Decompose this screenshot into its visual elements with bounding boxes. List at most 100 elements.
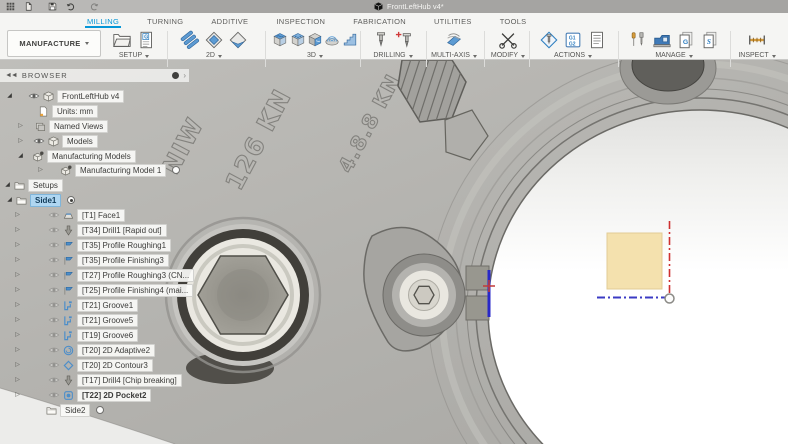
visibility-eye-icon[interactable]	[28, 92, 40, 100]
ribbon-group-multi-axis-label[interactable]: MULTI-AXIS	[428, 52, 480, 60]
spiral-3d-icon[interactable]	[324, 29, 340, 51]
expand-triangle-icon[interactable]: ▷	[14, 239, 21, 251]
collapse-panel-icon[interactable]: ◄◄	[5, 72, 18, 79]
compare-radio[interactable]	[172, 166, 181, 174]
parallel-3d-icon[interactable]	[342, 29, 358, 51]
document-tab[interactable]: FrontLeftHub v4*	[374, 0, 444, 13]
visibility-eye-icon[interactable]	[48, 286, 60, 294]
tree-item-label[interactable]: Manufacturing Models	[47, 149, 136, 163]
workspace-selector-button[interactable]: MANUFACTURE	[7, 30, 101, 57]
tab-fabrication[interactable]: FABRICATION	[351, 17, 408, 28]
tree-row-op-profile-roughing1[interactable]: ▷ [T35] Profile Roughing1	[0, 238, 172, 252]
expand-triangle-icon[interactable]: ◢	[6, 90, 13, 102]
tree-row-op-drill4[interactable]: ▷ [T17] Drill4 [Chip breaking]	[0, 373, 182, 387]
active-setup-radio[interactable]	[67, 196, 76, 204]
tab-tools[interactable]: TOOLS	[498, 17, 529, 28]
tab-milling[interactable]: MILLING	[85, 17, 122, 28]
visibility-eye-icon[interactable]	[33, 137, 45, 145]
expand-triangle-icon[interactable]: ▷	[14, 359, 21, 371]
tree-item-label[interactable]: [T22] 2D Pocket2	[77, 388, 152, 402]
expand-triangle-icon[interactable]: ▷	[14, 254, 21, 266]
tree-row-op-drill1[interactable]: ▷ [T34] Drill1 [Rapid out]	[0, 223, 167, 237]
tree-row-manufacturing-model-1[interactable]: ▷ Manufacturing Model 1	[0, 163, 181, 177]
tree-item-label[interactable]: [T25] Profile Finishing4 (mai...	[77, 283, 194, 297]
tree-item-label[interactable]: Setups	[28, 178, 63, 192]
tree-row-setups[interactable]: ◢ Setups	[0, 178, 63, 192]
tree-item-label[interactable]: [T35] Profile Finishing3	[77, 253, 169, 267]
tree-item-label[interactable]: Named Views	[49, 119, 109, 133]
expand-triangle-icon[interactable]: ▷	[14, 299, 21, 311]
setup-radio[interactable]	[96, 406, 105, 414]
machine-library-icon[interactable]	[651, 29, 673, 51]
tab-utilities[interactable]: UTILITIES	[432, 17, 474, 28]
visibility-eye-icon[interactable]	[48, 226, 60, 234]
tree-item-label[interactable]: [T35] Profile Roughing1	[77, 238, 172, 252]
expand-triangle-icon[interactable]: ◢	[6, 194, 13, 206]
template-library-icon[interactable]	[699, 29, 721, 51]
expand-triangle-icon[interactable]: ▷	[14, 224, 21, 236]
ribbon-group-setup-label[interactable]: SETUP	[103, 52, 165, 60]
tree-row-op-2d-contour3[interactable]: ▷ [T20] 2D Contour3	[0, 358, 153, 372]
setup-sheet-icon[interactable]	[586, 29, 608, 51]
selected-contour-edge[interactable]	[487, 270, 491, 317]
adaptive-2d-icon[interactable]	[179, 29, 201, 51]
expand-triangle-icon[interactable]: ▷	[14, 209, 21, 221]
expand-triangle-icon[interactable]: ▷	[14, 344, 21, 356]
tab-turning[interactable]: TURNING	[145, 17, 185, 28]
multi-axis-icon[interactable]	[443, 29, 465, 51]
expand-triangle-icon[interactable]: ◢	[4, 179, 11, 191]
visibility-eye-icon[interactable]	[48, 241, 60, 249]
display-options-dot-icon[interactable]	[172, 72, 180, 79]
tree-row-op-face1[interactable]: ▷ [T1] Face1	[0, 208, 126, 222]
undo-button[interactable]	[66, 2, 81, 11]
ribbon-group-actions-label[interactable]: ACTIONS	[532, 52, 614, 60]
save-button[interactable]	[48, 2, 57, 11]
tree-item-label[interactable]: [T21] Groove1	[77, 298, 139, 312]
panel-handle-icon[interactable]: ›	[183, 71, 186, 80]
visibility-eye-icon[interactable]	[48, 376, 60, 384]
tree-item-label[interactable]: Units: mm	[52, 104, 98, 118]
tree-row-models[interactable]: ▷ Models	[0, 134, 98, 148]
simulate-icon[interactable]	[538, 29, 560, 51]
tree-row-frontlefthub[interactable]: ◢ FrontLeftHub v4	[0, 89, 125, 103]
tree-item-label[interactable]: [T19] Groove6	[77, 328, 139, 342]
visibility-eye-icon[interactable]	[48, 346, 60, 354]
visibility-eye-icon[interactable]	[48, 271, 60, 279]
expand-triangle-icon[interactable]: ▷	[37, 164, 44, 176]
tree-row-op-profile-finishing3[interactable]: ▷ [T35] Profile Finishing3	[0, 253, 169, 267]
face-2d-icon[interactable]	[227, 29, 249, 51]
expand-triangle-icon[interactable]: ◢	[17, 150, 24, 162]
ribbon-group-3d-label[interactable]: 3D	[272, 52, 358, 60]
tree-item-label[interactable]: FrontLeftHub v4	[57, 89, 125, 103]
expand-triangle-icon[interactable]: ▷	[14, 374, 21, 386]
tree-row-side2[interactable]: Side2	[0, 403, 105, 417]
tree-item-label[interactable]: [T21] Groove5	[77, 313, 139, 327]
ribbon-group-inspect-label[interactable]: INSPECT	[734, 52, 780, 60]
expand-triangle-icon[interactable]: ▷	[14, 314, 21, 326]
expand-triangle-icon[interactable]: ▷	[17, 135, 24, 147]
visibility-eye-icon[interactable]	[48, 211, 60, 219]
tree-row-op-2d-adaptive2[interactable]: ▷ [T20] 2D Adaptive2	[0, 343, 156, 357]
tree-row-op-2d-pocket2[interactable]: ▷ [T22] 2D Pocket2	[0, 388, 152, 402]
redo-button[interactable]	[90, 2, 105, 11]
tree-row-op-groove6[interactable]: ▷ [T19] Groove6	[0, 328, 139, 342]
tree-row-named-views[interactable]: ▷ Named Views	[0, 119, 109, 133]
visibility-eye-icon[interactable]	[48, 331, 60, 339]
post-library-icon[interactable]	[675, 29, 697, 51]
tree-item-label[interactable]: [T1] Face1	[77, 208, 126, 222]
app-grid-icon[interactable]	[6, 2, 15, 11]
pocket-2d-icon[interactable]	[203, 29, 225, 51]
visibility-eye-icon[interactable]	[48, 256, 60, 264]
post-process-icon[interactable]	[562, 29, 584, 51]
ribbon-group-manage-label[interactable]: MANAGE	[622, 52, 726, 60]
tree-row-op-profile-roughing3[interactable]: ▷ [T27] Profile Roughing3 (CN...	[0, 268, 195, 282]
tree-row-op-groove5[interactable]: ▷ [T21] Groove5	[0, 313, 139, 327]
tree-row-side1[interactable]: ◢ Side1	[0, 193, 76, 207]
tree-item-label[interactable]: [T34] Drill1 [Rapid out]	[77, 223, 167, 237]
tab-inspection[interactable]: INSPECTION	[274, 17, 327, 28]
steep-shallow-icon[interactable]	[307, 29, 323, 51]
tab-additive[interactable]: ADDITIVE	[209, 17, 250, 28]
origin-point-marker[interactable]	[664, 293, 675, 304]
tree-item-label[interactable]: [T27] Profile Roughing3 (CN...	[77, 268, 195, 282]
visibility-eye-icon[interactable]	[48, 301, 60, 309]
